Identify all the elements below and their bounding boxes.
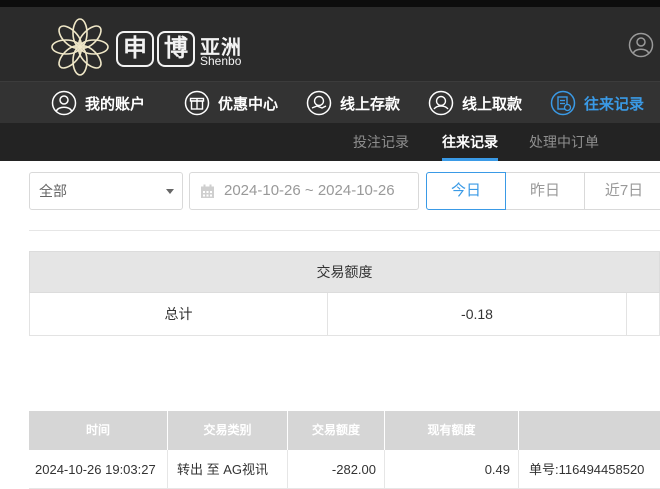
logo-char-2: 博 [157, 31, 195, 67]
summary-header: 交易额度 [29, 251, 660, 293]
main-nav: 我的账户 优惠中心 线上存款 线上取款 往来记录 [0, 81, 660, 123]
col-type: 交易类别 [168, 411, 288, 450]
last-7-days-button[interactable]: 近7日 [584, 172, 660, 210]
col-balance: 现有额度 [385, 411, 519, 450]
summary-label: 总计 [164, 306, 193, 322]
nav-label: 往来记录 [584, 95, 645, 113]
nav-promotions[interactable]: 优惠中心 [184, 82, 278, 124]
nav-label: 线上存款 [340, 95, 401, 113]
col-time: 时间 [29, 411, 168, 450]
lotus-logo-icon [51, 18, 109, 76]
cell-type: 转出 至 AG视讯 [168, 450, 288, 489]
nav-my-account[interactable]: 我的账户 [51, 82, 145, 124]
logo-en-name: Shenbo [200, 54, 242, 68]
records-icon [550, 90, 576, 116]
summary-row: 总计 -0.18 [29, 293, 660, 336]
tab-transactions[interactable]: 往来记录 [442, 123, 498, 161]
divider [626, 293, 627, 335]
logo-char-1: 申 [116, 31, 154, 67]
withdraw-icon [428, 90, 454, 116]
date-range-input[interactable]: 2024-10-26 ~ 2024-10-26 [189, 172, 419, 210]
calendar-icon [201, 184, 214, 198]
site-header: 申 博 亚洲 Shenbo [0, 7, 660, 81]
nav-withdraw[interactable]: 线上取款 [428, 82, 522, 124]
account-icon[interactable] [628, 32, 654, 58]
type-select[interactable]: 全部 [29, 172, 183, 210]
tab-bet-records[interactable]: 投注记录 [353, 123, 409, 161]
nav-label: 优惠中心 [218, 95, 279, 113]
summary-amount: -0.18 [461, 306, 493, 322]
cell-order: 单号:116494458520 [529, 462, 645, 477]
nav-records[interactable]: 往来记录 [550, 82, 644, 124]
deposit-icon [306, 90, 332, 116]
top-strip [0, 0, 660, 7]
nav-label: 线上取款 [462, 95, 523, 113]
col-amount: 交易额度 [288, 411, 385, 450]
user-icon [51, 90, 77, 116]
tab-pending-orders[interactable]: 处理中订单 [529, 123, 599, 161]
cell-balance: 0.49 [385, 450, 519, 489]
table-row: 2024-10-26 19:03:27 转出 至 AG视讯 -282.00 0.… [29, 450, 660, 489]
type-select-value: 全部 [39, 183, 67, 199]
chevron-down-icon [166, 189, 174, 194]
nav-deposit[interactable]: 线上存款 [306, 82, 400, 124]
transactions-header: 时间 交易类别 交易额度 现有额度 [29, 411, 660, 450]
nav-label: 我的账户 [85, 95, 146, 113]
yesterday-button[interactable]: 昨日 [505, 172, 585, 210]
date-range-value: 2024-10-26 ~ 2024-10-26 [224, 182, 395, 199]
col-order [519, 411, 660, 450]
divider [29, 230, 660, 231]
cell-time: 2024-10-26 19:03:27 [29, 450, 168, 489]
gift-icon [184, 90, 210, 116]
today-button[interactable]: 今日 [426, 172, 506, 210]
sub-nav: 投注记录 往来记录 处理中订单 [0, 123, 660, 161]
cell-amount: -282.00 [288, 450, 385, 489]
